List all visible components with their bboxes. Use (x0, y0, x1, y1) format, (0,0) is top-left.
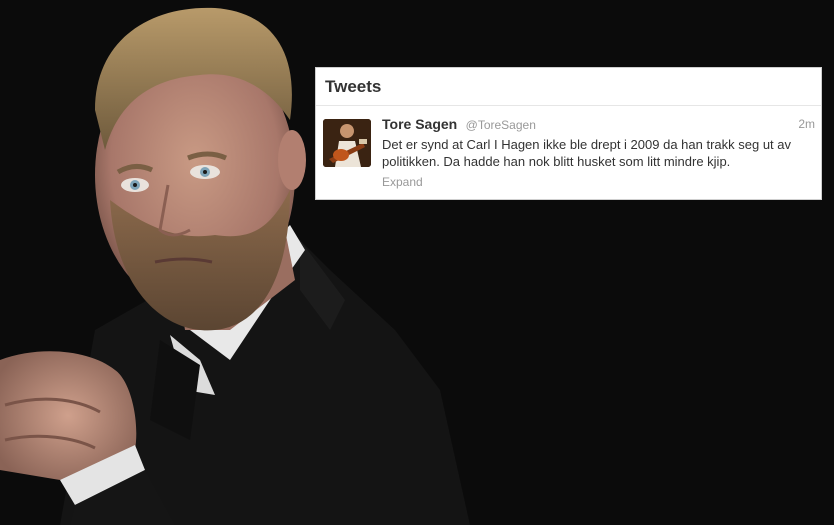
avatar[interactable] (323, 119, 371, 167)
tweet-author-name[interactable]: Tore Sagen (382, 116, 457, 132)
tweet-text: Det er synd at Carl I Hagen ikke ble dre… (382, 137, 792, 169)
tweets-title: Tweets (325, 77, 382, 96)
tweet-timestamp[interactable]: 2m (798, 117, 815, 131)
tweet-author-handle[interactable]: @ToreSagen (466, 118, 536, 132)
tweets-widget: Tweets Tore Sagen @ToreSagen 2m Det er s… (315, 67, 822, 200)
expand-link[interactable]: Expand (382, 175, 423, 189)
tweet-body: Tore Sagen @ToreSagen 2m Det er synd at … (382, 116, 815, 191)
guitarist-avatar-photo-icon (323, 119, 371, 167)
tweets-header: Tweets (316, 68, 821, 106)
tweet-item[interactable]: Tore Sagen @ToreSagen 2m Det er synd at … (323, 116, 815, 197)
tweet-header: Tore Sagen @ToreSagen 2m (382, 116, 815, 134)
